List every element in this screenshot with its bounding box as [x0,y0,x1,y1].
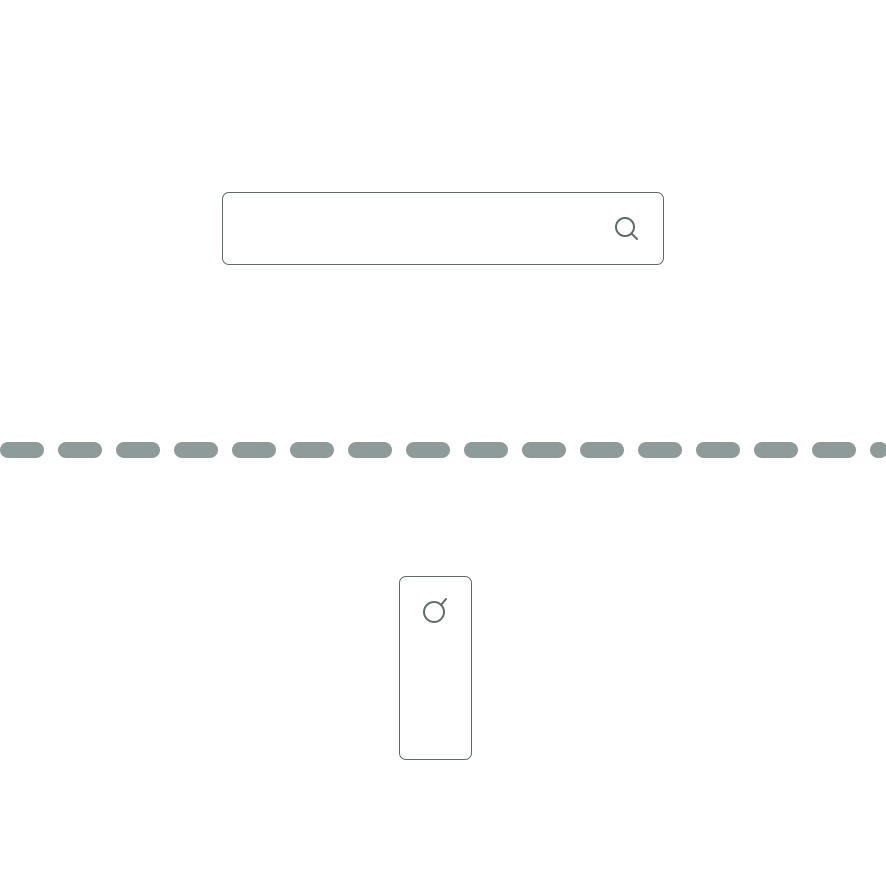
search-box[interactable] [222,192,664,265]
search-icon[interactable] [614,216,640,242]
search-icon-rotated[interactable] [421,597,449,625]
search-input[interactable] [235,193,605,264]
dashed-divider [0,442,886,458]
vertical-search-box[interactable] [399,576,472,760]
